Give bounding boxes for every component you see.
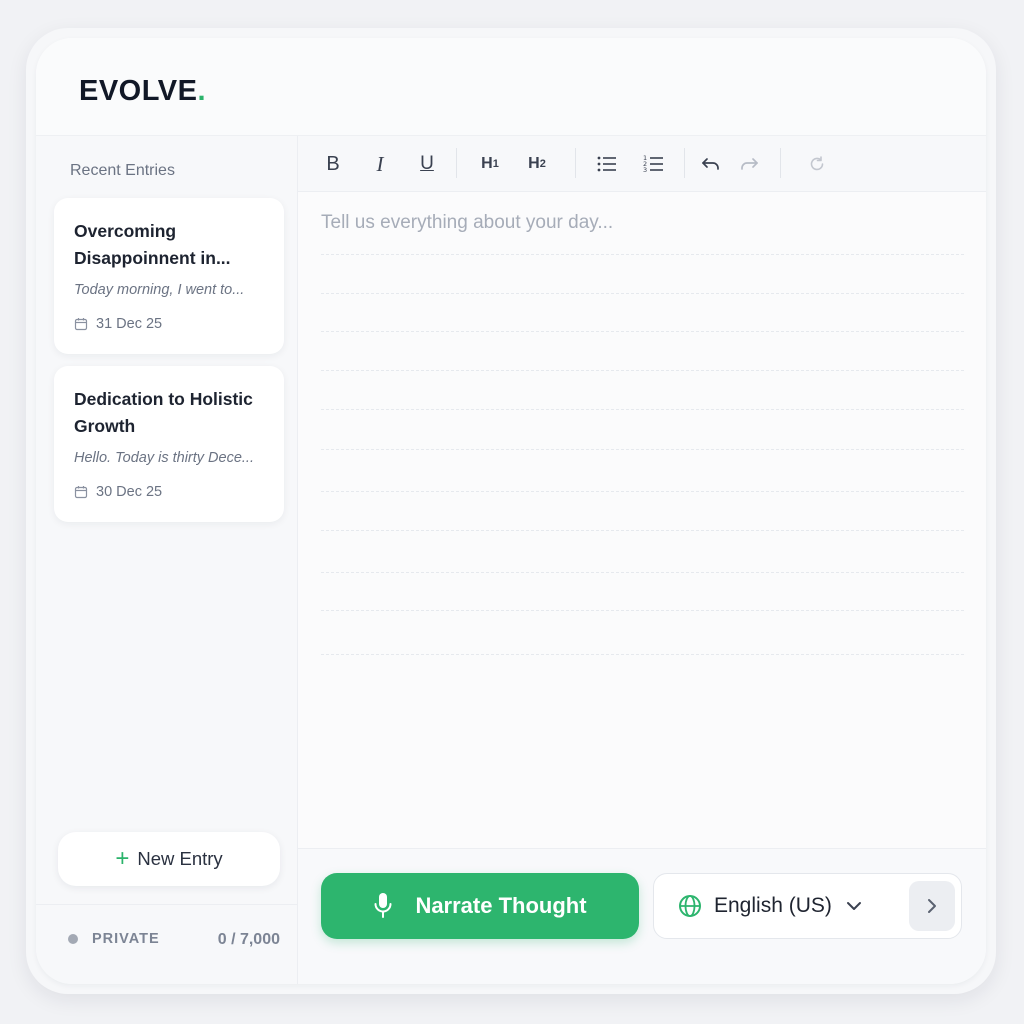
calendar-icon xyxy=(74,486,88,499)
svg-text:3: 3 xyxy=(643,166,647,174)
new-entry-label: New Entry xyxy=(137,848,223,869)
entry-title: Dedication to Holistic Growth xyxy=(74,389,253,436)
entry-card[interactable]: Dedication to Holistic Growth Hello. Tod… xyxy=(54,366,284,522)
chevron-down-icon xyxy=(846,902,861,910)
ruled-line xyxy=(321,449,964,450)
next-button[interactable] xyxy=(909,881,955,931)
bold-button[interactable]: B xyxy=(318,149,348,179)
entry-date-text: 30 Dec 25 xyxy=(96,484,163,500)
brand-dot: . xyxy=(197,75,207,107)
heading1-level: 1 xyxy=(492,158,499,170)
ruled-line xyxy=(321,530,964,531)
toolbar-divider xyxy=(575,148,576,178)
privacy-indicator: PRIVATE xyxy=(68,931,160,947)
undo-button[interactable] xyxy=(696,149,726,179)
calendar-icon xyxy=(74,318,88,331)
privacy-label: PRIVATE xyxy=(92,931,160,947)
toolbar-divider xyxy=(780,148,781,178)
action-bar: Narrate Thought English (US) xyxy=(298,848,986,984)
entry-excerpt: Hello. Today is thirty Dece... xyxy=(74,450,254,466)
numbered-list-icon: 123 xyxy=(643,154,663,174)
brand-name: EVOLVE xyxy=(79,75,198,107)
ruled-line xyxy=(321,654,964,655)
editor-placeholder: Tell us everything about your day... xyxy=(321,212,614,233)
journal-app: EVOLVE. Recent Entries Overcoming Disapp… xyxy=(36,38,986,984)
logo-area: EVOLVE. xyxy=(36,38,298,136)
header-band xyxy=(298,38,986,136)
status-dot xyxy=(68,934,78,944)
entry-date-text: 31 Dec 25 xyxy=(96,316,163,332)
ruled-line xyxy=(321,572,964,573)
heading2-letter: H xyxy=(528,155,540,172)
undo-icon xyxy=(702,158,719,170)
numbered-list-button[interactable]: 123 xyxy=(639,149,669,179)
entry-title: Overcoming Disappoinnent in... xyxy=(74,221,231,268)
ruled-line xyxy=(321,293,964,294)
character-count: 0 / 7,000 xyxy=(217,931,280,948)
ruled-line xyxy=(321,610,964,611)
narrate-label: Narrate Thought xyxy=(415,893,587,918)
plus-icon: + xyxy=(115,845,130,872)
heading2-level: 2 xyxy=(539,158,546,170)
entry-date: 31 Dec 25 xyxy=(74,316,264,332)
italic-button[interactable]: I xyxy=(365,149,395,179)
entry-card[interactable]: Overcoming Disappoinnent in... Today mor… xyxy=(54,198,284,354)
chevron-right-icon xyxy=(928,899,936,913)
toolbar-divider xyxy=(456,148,457,178)
recent-entries-heading: Recent Entries xyxy=(70,162,175,179)
refresh-button[interactable] xyxy=(802,149,832,179)
language-value: English (US) xyxy=(714,894,832,917)
formatting-toolbar: B I U H1 H2 123 xyxy=(298,136,986,192)
sidebar-footer: PRIVATE 0 / 7,000 xyxy=(36,904,298,984)
mic-icon xyxy=(374,893,392,918)
ruled-line xyxy=(321,409,964,410)
redo-icon xyxy=(741,158,758,170)
refresh-icon xyxy=(810,156,824,171)
language-select[interactable]: English (US) xyxy=(678,874,862,938)
bullet-list-button[interactable] xyxy=(592,149,622,179)
redo-button[interactable] xyxy=(734,149,764,179)
entry-excerpt: Today morning, I went to... xyxy=(74,282,245,298)
journal-editor[interactable]: Tell us everything about your day... xyxy=(298,192,986,848)
ruled-line xyxy=(321,370,964,371)
narrate-thought-button[interactable]: Narrate Thought xyxy=(321,873,639,939)
brand-logo: EVOLVE. xyxy=(79,75,206,108)
heading1-letter: H xyxy=(481,155,493,172)
language-picker: English (US) xyxy=(653,873,962,939)
heading1-button[interactable]: H1 xyxy=(472,149,508,179)
underline-button[interactable]: U xyxy=(412,149,442,179)
sidebar: EVOLVE. Recent Entries Overcoming Disapp… xyxy=(36,38,298,984)
ruled-line xyxy=(321,254,964,255)
heading2-button[interactable]: H2 xyxy=(519,149,555,179)
ruled-line xyxy=(321,491,964,492)
new-entry-button[interactable]: + New Entry xyxy=(58,832,280,886)
bullet-list-icon xyxy=(597,156,616,172)
entry-date: 30 Dec 25 xyxy=(74,484,264,500)
toolbar-divider xyxy=(684,148,685,178)
globe-icon xyxy=(679,895,701,917)
ruled-line xyxy=(321,331,964,332)
